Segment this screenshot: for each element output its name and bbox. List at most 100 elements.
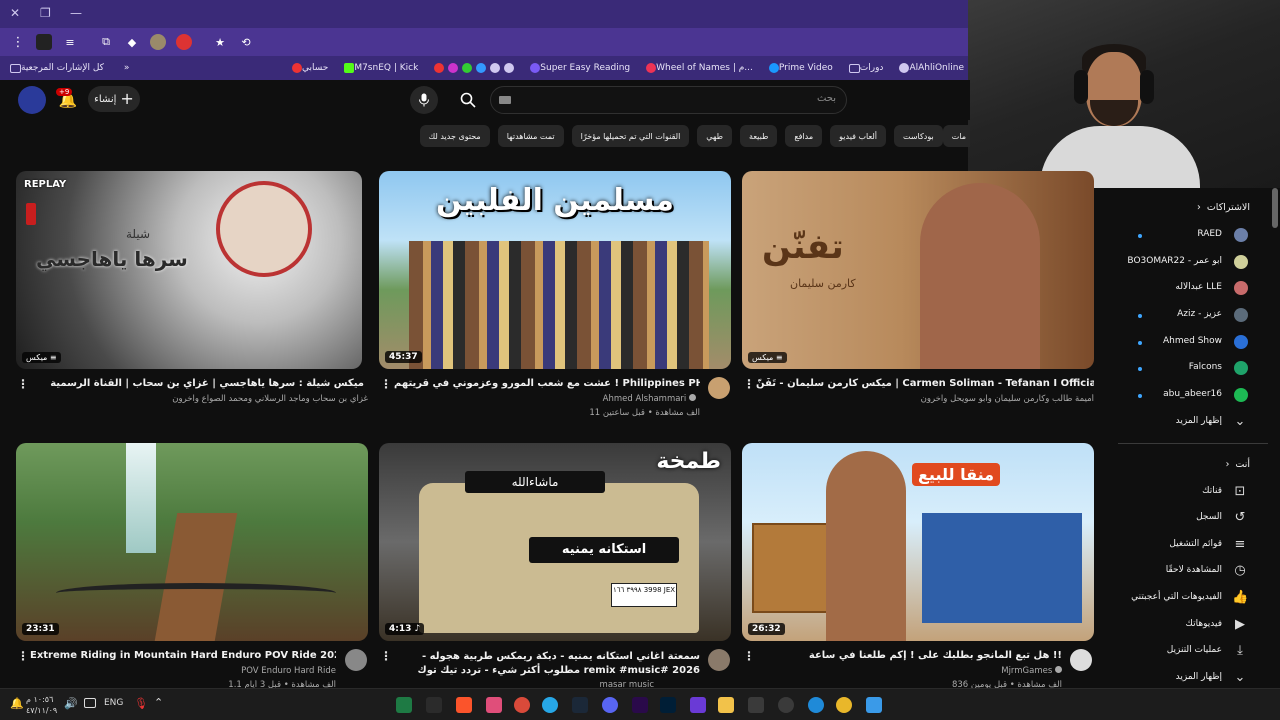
chip[interactable]: القنوات التي تم تحميلها مؤخرًا (571, 125, 690, 147)
chip[interactable]: مدافع (785, 125, 823, 147)
bookmark-alahli[interactable]: AlAhliOnline (895, 63, 964, 73)
premiere-icon[interactable] (632, 697, 648, 713)
menu-dots-icon[interactable]: ⋮ (10, 34, 26, 50)
app-icon[interactable] (486, 697, 502, 713)
video-title[interactable]: عشت مع شعب المورو وعزموني في قريتهم ! Ph… (394, 378, 700, 389)
chevron-right-icon[interactable]: » (124, 63, 130, 73)
video-thumbnail[interactable]: منقا للبيع 26:32 (742, 443, 1094, 641)
app-icon[interactable] (690, 697, 706, 713)
create-button[interactable]: إنشاء + (88, 86, 140, 112)
playlist-extension-icon[interactable]: ≡ (62, 34, 78, 50)
subscription-item[interactable]: عبدالاله LLE (1118, 278, 1268, 298)
channel-avatar[interactable] (708, 377, 730, 399)
brave-icon[interactable] (456, 697, 472, 713)
bookmark-kick[interactable]: M7snEQ | Kick (340, 63, 418, 73)
bookmark-wheel-of-names[interactable]: Wheel of Names | م... (642, 63, 753, 73)
channel-avatar[interactable] (708, 649, 730, 671)
network-icon[interactable] (84, 698, 96, 708)
steam-icon[interactable] (572, 697, 588, 713)
more-options-icon[interactable]: ⋮ (380, 377, 392, 391)
subscription-item[interactable]: BO3OMAR22 - ابو عمر (1118, 252, 1268, 272)
taskbar-clock[interactable]: ١٠:٥٦ م ٤٧/١١/٠٩ (26, 694, 57, 716)
chip[interactable]: طبيعة (740, 125, 778, 147)
restore-icon[interactable]: ❐ (40, 6, 51, 20)
notifications-button[interactable]: 🔔 +9 (54, 86, 82, 114)
close-icon[interactable]: ✕ (10, 6, 20, 20)
video-thumbnail[interactable]: طمخة ماشاءالله استكانه يمنيه ٣٩٩٨ ١٦٦ 39… (379, 443, 731, 641)
chrome-icon[interactable] (836, 697, 852, 713)
file-explorer-icon[interactable] (718, 697, 734, 713)
bookmark-folder-courses[interactable]: دورات (845, 63, 883, 73)
video-thumbnail[interactable]: 23:31 (16, 443, 368, 641)
discord-icon[interactable] (602, 697, 618, 713)
sidebar-item-downloads[interactable]: ⤓ عمليات التنزيل (1118, 641, 1268, 661)
telegram-icon[interactable] (542, 697, 558, 713)
voice-search-button[interactable] (410, 86, 438, 114)
sidebar-item-your-channel[interactable]: ⊡ قناتك (1118, 482, 1268, 502)
account-avatar[interactable] (18, 86, 46, 114)
channel-avatar[interactable] (345, 649, 367, 671)
puzzle-icon[interactable]: ⧉ (98, 34, 114, 50)
subscription-item[interactable]: Falcons (1118, 358, 1268, 378)
sidebar-item-watch-later[interactable]: ◷ المشاهدة لاحقًا (1118, 561, 1268, 581)
sidebar-item-playlists[interactable]: ≡ قوائم التشغيل (1118, 535, 1268, 555)
chip[interactable]: تمت مشاهدتها (497, 125, 564, 147)
start-icon[interactable] (866, 697, 882, 713)
terminal-icon[interactable] (426, 697, 442, 713)
bookmark-super-easy-reading[interactable]: Super Easy Reading (526, 63, 630, 73)
excel-icon[interactable] (396, 697, 412, 713)
chip[interactable]: طهي (697, 125, 733, 147)
video-channel[interactable]: POV Enduro Hard Ride (30, 666, 336, 676)
volume-icon[interactable]: 🔊 (64, 697, 78, 710)
sidebar-item-liked-videos[interactable]: 👍 الفيديوهات التي أعجبتني (1118, 588, 1268, 608)
subscription-item[interactable]: Ahmed Show (1118, 332, 1268, 352)
more-options-icon[interactable]: ⋮ (743, 649, 755, 663)
bookmark-misc[interactable] (430, 63, 515, 73)
minimize-icon[interactable]: — (70, 6, 82, 20)
video-channel[interactable]: أميمة طالب وكارمن سليمان وابو سويحل وآخر… (756, 394, 1094, 404)
channel-avatar[interactable] (1070, 649, 1092, 671)
chip[interactable]: ألعاب فيديو (830, 125, 886, 147)
bookmark-prime-video[interactable]: Prime Video (765, 63, 833, 73)
subscription-item[interactable]: abu_abeer16 (1118, 385, 1268, 405)
sidebar-item-your-videos[interactable]: ▶ فيديوهاتك (1118, 615, 1268, 635)
more-options-icon[interactable]: ⋮ (380, 649, 392, 663)
video-title[interactable]: ميكس شيلة : سرها ياهاجسي | غزاي بن سحاب … (30, 378, 364, 389)
microphone-icon[interactable]: 🎙 (134, 697, 148, 710)
search-input[interactable]: بحث (490, 86, 847, 114)
app-icon[interactable] (514, 697, 530, 713)
video-title[interactable]: سمعتة اغاني استكانه يمنيه - دبكة ريمكس ط… (394, 650, 700, 678)
edge-icon[interactable] (808, 697, 824, 713)
video-thumbnail[interactable]: مسلمين الفلبين 45:37 (379, 171, 731, 369)
video-thumbnail[interactable]: تفنّن كارمن سليمان ميكس ≡ (742, 171, 1094, 369)
notification-icon[interactable]: 🔔 (10, 697, 24, 710)
chip[interactable]: محتوى جديد لك (419, 125, 490, 147)
youtube-extension-icon[interactable] (176, 34, 192, 50)
video-title[interactable]: هل تبع المانجو بطلبك على ! إكم طلعنا في … (756, 650, 1062, 661)
star-icon[interactable]: ★ (212, 34, 228, 50)
sidebar-item-show-more[interactable]: ⌄ إظهار المزيد (1118, 668, 1268, 688)
video-channel[interactable]: Ahmed Alshammari (394, 394, 696, 404)
keyboard-icon[interactable] (499, 96, 511, 104)
bookmark-all-bookmarks[interactable]: كل الإشارات المرجعية (6, 63, 104, 73)
sidebar-item-history[interactable]: ↺ السجل (1118, 508, 1268, 528)
subscriptions-header[interactable]: › الاشتراكات (1197, 202, 1250, 213)
video-channel[interactable]: MjrmGames (756, 666, 1062, 676)
bookmark-my-account[interactable]: حسابي (288, 63, 328, 73)
video-thumbnail[interactable]: REPLAY سرها ياهاجسي شيلة ميكس ≡ (16, 171, 362, 369)
language-indicator[interactable]: ENG (104, 698, 123, 708)
extension-icon[interactable] (36, 34, 52, 50)
sidebar-scrollbar[interactable] (1272, 188, 1278, 228)
more-options-icon[interactable]: ⋮ (743, 377, 755, 391)
video-title[interactable]: ميكس كارمن سليمان - تَفَنّ | Carmen Soli… (756, 378, 1094, 389)
video-title[interactable]: Extreme Riding in Mountain Hard Enduro P… (30, 650, 336, 661)
reading-list-icon[interactable]: ⟲ (238, 34, 254, 50)
chip[interactable]: مات (942, 125, 970, 147)
more-options-icon[interactable]: ⋮ (17, 649, 29, 663)
chevron-up-icon[interactable]: ⌃ (154, 696, 163, 709)
shield-extension-icon[interactable]: ◆ (124, 34, 140, 50)
more-options-icon[interactable]: ⋮ (17, 377, 29, 391)
obs-icon[interactable] (778, 697, 794, 713)
you-header[interactable]: › أنت (1226, 459, 1250, 470)
subscription-item[interactable]: Aziz - عزيز (1118, 305, 1268, 325)
